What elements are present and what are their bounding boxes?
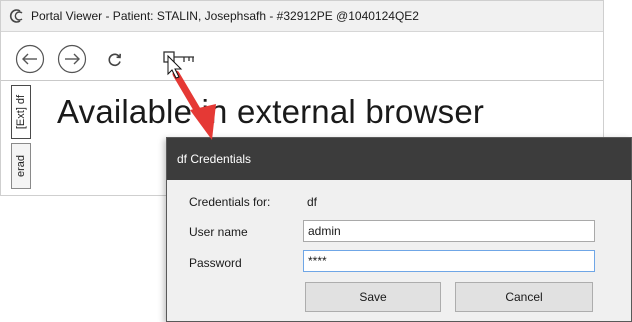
window-title: Portal Viewer - Patient: STALIN, Josephs… — [31, 9, 419, 23]
title-bar: Portal Viewer - Patient: STALIN, Josephs… — [1, 1, 603, 32]
username-field[interactable] — [303, 220, 595, 242]
credentials-dialog: df Credentials Credentials for: df User … — [166, 137, 632, 322]
back-arrow-icon[interactable] — [15, 44, 45, 74]
password-field[interactable] — [303, 250, 595, 272]
toolbar — [1, 32, 603, 81]
content-message: Available in external browser — [57, 93, 485, 130]
forward-arrow-icon[interactable] — [57, 44, 87, 74]
app-logo-icon — [9, 8, 25, 24]
key-icon[interactable] — [163, 50, 197, 74]
tab-label: [Ext] df — [15, 94, 27, 130]
vertical-tab-strip: [Ext] df erad — [11, 85, 31, 197]
dialog-title-bar: df Credentials — [167, 138, 631, 180]
save-button[interactable]: Save — [305, 282, 441, 312]
refresh-icon[interactable] — [107, 52, 123, 68]
dialog-title: df Credentials — [177, 152, 252, 166]
password-label: Password — [189, 256, 242, 270]
username-label: User name — [189, 225, 248, 239]
tab-label: erad — [15, 154, 27, 178]
tab-erad[interactable]: erad — [11, 143, 31, 189]
cancel-button[interactable]: Cancel — [455, 282, 593, 312]
credentials-for-label: Credentials for: — [189, 195, 271, 209]
tab-ext-df[interactable]: [Ext] df — [11, 85, 31, 139]
credentials-for-value: df — [307, 195, 318, 209]
